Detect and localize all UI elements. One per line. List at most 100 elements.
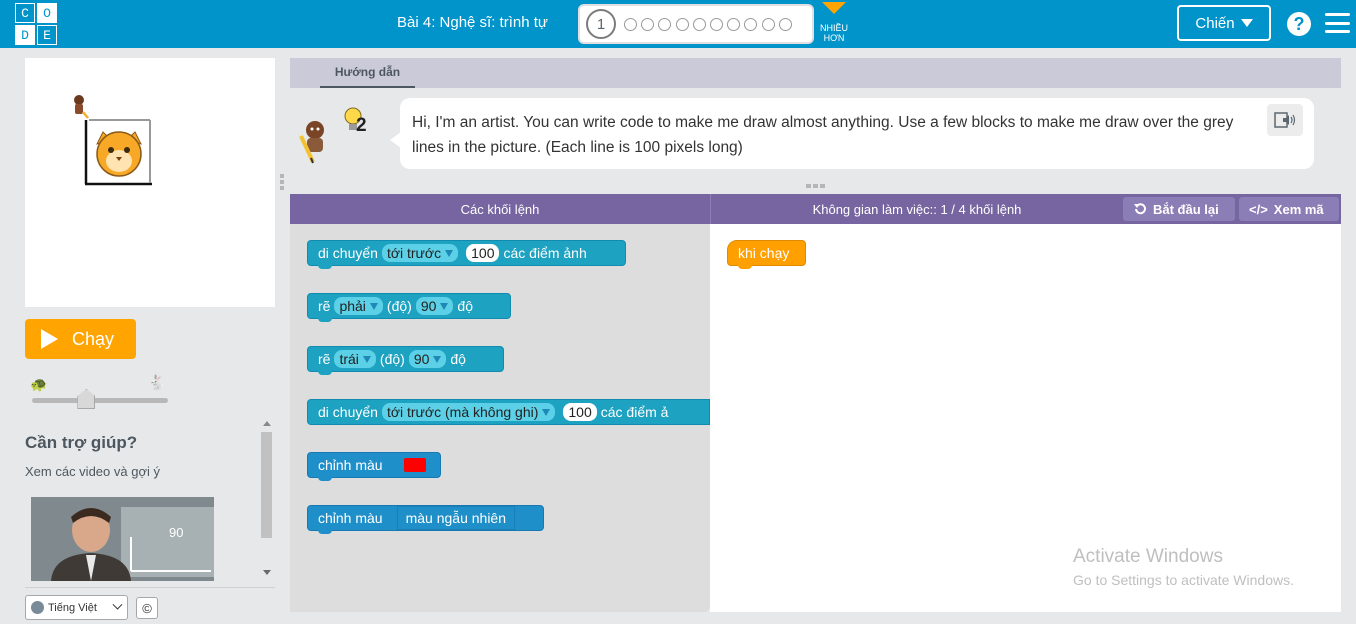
dropdown-arrow-icon <box>362 355 371 363</box>
caret-down-icon <box>1240 19 1253 27</box>
distance-input[interactable]: 100 <box>466 244 500 262</box>
jump-forward-block[interactable]: di chuyển tới trước (mà không ghi) 100 c… <box>307 399 710 425</box>
artist-avatar-icon <box>299 121 324 164</box>
puzzle-dot[interactable] <box>727 18 741 31</box>
puzzle-dot[interactable] <box>624 18 637 31</box>
show-code-button[interactable]: </> Xem mã <box>1239 197 1339 221</box>
current-puzzle-bubble[interactable]: 1 <box>586 9 616 39</box>
puzzle-progress: 1 <box>578 4 814 44</box>
random-color-value[interactable]: màu ngẫu nhiên <box>396 506 516 530</box>
help-scrollbar[interactable] <box>259 418 275 582</box>
scroll-thumb[interactable] <box>261 432 272 538</box>
input-slot <box>388 509 395 527</box>
undo-icon <box>1134 203 1146 215</box>
speaker-icon[interactable] <box>1267 104 1303 136</box>
move-forward-block[interactable]: di chuyển tới trước 100 các điểm ảnh <box>307 240 626 269</box>
watermark-title: Activate Windows <box>1073 546 1223 567</box>
direction-dropdown[interactable]: tới trước <box>381 244 459 262</box>
column-resize-handle[interactable] <box>280 174 285 192</box>
color-picker[interactable] <box>398 453 431 477</box>
logo-letter-e: E <box>37 25 57 45</box>
watermark-subtitle: Go to Settings to activate Windows. <box>1073 572 1294 588</box>
puzzle-dot[interactable] <box>692 18 706 31</box>
play-icon <box>41 329 58 349</box>
show-code-label: Xem mã <box>1273 201 1324 217</box>
turn-direction-dropdown[interactable]: trái <box>334 350 376 368</box>
block-unit: độ <box>457 298 473 314</box>
toolbox-title: Các khối lệnh <box>460 201 540 217</box>
tab-instructions[interactable]: Hướng dẫn <box>320 58 415 88</box>
help-icon[interactable]: ? <box>1287 12 1311 36</box>
artist-icon <box>74 95 89 119</box>
artist-preview <box>74 95 152 186</box>
distance-input[interactable]: 100 <box>563 403 597 421</box>
copyright-button[interactable]: © <box>136 597 158 619</box>
video-thumbnail[interactable]: 90 <box>31 497 214 581</box>
instructions-body: 2 Hi, I'm an artist. You can write code … <box>290 88 1341 178</box>
block-label: chỉnh màu <box>318 457 383 473</box>
rabbit-icon: 🐇 <box>148 374 166 390</box>
logo-letter-d: D <box>15 25 35 45</box>
turn-left-block[interactable]: rẽ trái (độ) 90 độ <box>307 346 504 375</box>
help-subtitle: Xem các video và gợi ý <box>25 464 160 479</box>
restart-button[interactable]: Bắt đầu lại <box>1123 197 1235 221</box>
instructions-text: Hi, I'm an artist. You can write code to… <box>412 114 1234 156</box>
instructions-bubble: Hi, I'm an artist. You can write code to… <box>400 98 1314 169</box>
block-label: khi chạy <box>738 245 790 261</box>
block-label: chỉnh màu <box>318 510 383 526</box>
block-paren: (độ) <box>386 298 412 314</box>
set-random-color-block[interactable]: chỉnh màu màu ngẫu nhiên <box>307 505 544 534</box>
footer: Tiếng Việt © <box>25 587 275 624</box>
input-slot <box>388 456 395 474</box>
code-logo[interactable]: C O D E <box>15 3 59 45</box>
workspace-header: Các khối lệnh Không gian làm việc:: 1 / … <box>290 194 1341 224</box>
dropdown-arrow-icon <box>369 302 378 310</box>
block-label: di chuyển <box>318 245 378 261</box>
block-unit: các điểm ảnh <box>503 245 587 261</box>
puzzle-dot[interactable] <box>761 18 775 31</box>
scroll-up-icon[interactable] <box>263 421 271 426</box>
scroll-down-icon[interactable] <box>263 570 271 575</box>
video-overlay-number: 90 <box>169 525 183 540</box>
restart-label: Bắt đầu lại <box>1153 201 1219 217</box>
cat-face-icon <box>96 131 142 177</box>
more-puzzles-button[interactable]: NHIỀU HƠN <box>816 0 852 46</box>
hint-count: 2 <box>356 115 367 136</box>
turn-right-block[interactable]: rẽ phải (độ) 90 độ <box>307 293 511 322</box>
set-color-block[interactable]: chỉnh màu <box>307 452 441 481</box>
code-icon: </> <box>1249 201 1268 217</box>
language-select[interactable]: Tiếng Việt <box>25 595 128 620</box>
puzzle-dot[interactable] <box>710 18 723 31</box>
puzzle-dot[interactable] <box>778 18 792 31</box>
dropdown-arrow-icon <box>445 249 454 257</box>
puzzle-dot[interactable] <box>641 18 655 31</box>
globe-icon <box>31 601 44 614</box>
when-run-block[interactable]: khi chạy <box>727 240 806 269</box>
direction-dropdown[interactable]: tới trước (mà không ghi) <box>381 403 556 421</box>
speed-slider[interactable]: 🐢 🐇 <box>30 374 170 409</box>
speed-handle[interactable] <box>77 389 96 409</box>
angle-dropdown[interactable]: 90 <box>408 350 447 368</box>
block-unit: độ <box>450 351 466 367</box>
puzzle-dot[interactable] <box>744 18 758 31</box>
more-label: NHIỀU HƠN <box>819 23 848 43</box>
turn-direction-dropdown[interactable]: phải <box>334 297 383 315</box>
level-title: Bài 4: Nghệ sĩ: trình tự <box>397 14 548 31</box>
turtle-icon: 🐢 <box>30 376 48 392</box>
block-unit: các điểm ả <box>600 404 669 420</box>
run-button[interactable]: Chạy <box>25 319 136 359</box>
angle-dropdown[interactable]: 90 <box>415 297 454 315</box>
puzzle-dot[interactable] <box>675 18 689 31</box>
dropdown-arrow-icon <box>542 408 551 416</box>
hamburger-icon[interactable] <box>1325 13 1350 33</box>
user-menu-button[interactable]: Chiến <box>1177 5 1271 41</box>
help-panel: Cần trợ giúp? Xem các video và gợi ý 90 <box>25 418 275 588</box>
instructions-resize-handle[interactable] <box>806 184 826 189</box>
block-label: di chuyển <box>318 404 378 420</box>
block-label: rẽ <box>318 298 331 314</box>
logo-letter-o: O <box>37 3 57 23</box>
puzzle-dot[interactable] <box>658 18 672 31</box>
chevron-down-icon <box>112 599 123 610</box>
run-label: Chạy <box>72 328 115 349</box>
speed-track[interactable] <box>32 398 168 403</box>
